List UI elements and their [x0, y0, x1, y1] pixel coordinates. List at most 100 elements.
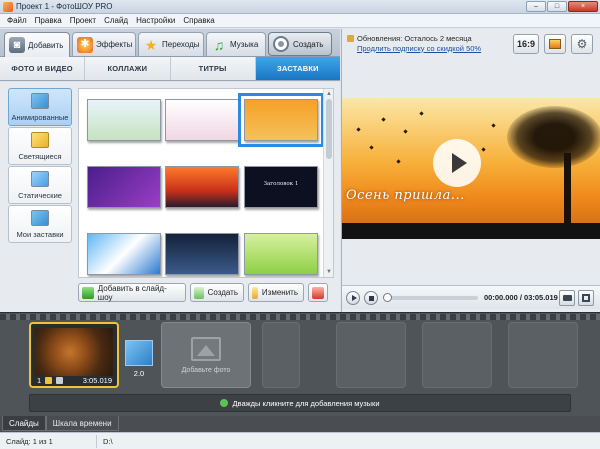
app-icon — [3, 1, 13, 12]
category-animated[interactable]: Анимированные — [8, 88, 72, 126]
category-label: Анимированные — [11, 113, 69, 122]
template-thumb[interactable] — [87, 233, 161, 275]
subscription-notice: Обновления: Осталось 2 месяца Продлить п… — [347, 33, 512, 53]
slide-footer: 1 3:05.019 — [31, 374, 117, 386]
tab-add[interactable]: ◙ Добавить — [4, 32, 70, 57]
menu-project[interactable]: Проект — [66, 16, 100, 25]
leaf — [369, 145, 374, 150]
template-thumb[interactable] — [87, 166, 161, 208]
grid-scrollbar[interactable]: ▲ ▼ — [323, 89, 333, 277]
edit-slide-icon[interactable] — [45, 376, 53, 384]
video-preview[interactable]: Осень пришла... — [342, 98, 600, 239]
category-my-intros[interactable]: Мои заставки — [8, 205, 72, 243]
play-overlay-button[interactable] — [433, 139, 481, 187]
subtab-titles[interactable]: ТИТРЫ — [171, 57, 256, 80]
leaf — [396, 159, 401, 164]
animated-icon — [31, 93, 49, 109]
player-controls: 00:00.000 / 03:05.019 — [342, 285, 600, 309]
tab-create-label: Создать — [293, 39, 324, 49]
window-controls: – □ × — [526, 1, 598, 12]
camera-icon: ◙ — [9, 37, 25, 53]
tab-music[interactable]: ♫ Музыка — [206, 32, 266, 56]
fullscreen-button[interactable] — [578, 290, 594, 306]
template-thumb-selected[interactable] — [238, 93, 324, 147]
sub-tabs: ФОТО И ВИДЕО КОЛЛАЖИ ТИТРЫ ЗАСТАВКИ — [0, 57, 340, 81]
category-label: Мои заставки — [16, 230, 64, 239]
category-static[interactable]: Статические — [8, 166, 72, 204]
renew-subscription-link[interactable]: Продлить подписку со скидкой 50% — [357, 44, 481, 53]
title-bar: Проект 1 - ФотоШОУ PRO – □ × — [0, 0, 600, 14]
tab-effects-label: Эффекты — [96, 40, 133, 49]
maximize-button[interactable]: □ — [547, 1, 567, 12]
time-display: 00:00.000 / 03:05.019 — [484, 293, 558, 302]
template-thumb[interactable] — [165, 166, 239, 208]
subtab-collages[interactable]: КОЛЛАЖИ — [85, 57, 171, 80]
transition-duration: 2.0 — [133, 369, 145, 378]
menu-edit[interactable]: Правка — [31, 16, 66, 25]
template-thumb[interactable] — [87, 99, 161, 141]
leaf — [481, 147, 486, 152]
sound-icon[interactable] — [56, 376, 64, 384]
scroll-up-icon[interactable]: ▲ — [325, 90, 333, 98]
scroll-down-icon[interactable]: ▼ — [325, 268, 333, 276]
background-button[interactable] — [544, 34, 566, 54]
tab-create[interactable]: Создать — [268, 32, 332, 56]
scroll-thumb[interactable] — [326, 99, 332, 159]
template-thumb[interactable] — [165, 99, 239, 141]
leaf — [491, 123, 496, 128]
stop-button[interactable] — [364, 290, 378, 305]
transition-thumb[interactable] — [125, 340, 153, 366]
snapshot-button[interactable] — [559, 290, 575, 306]
music-track[interactable]: Дважды кликните для добавления музыки — [29, 394, 571, 412]
leaf — [403, 129, 408, 134]
lock-icon — [347, 34, 354, 42]
empty-slot — [508, 322, 578, 388]
tab-effects[interactable]: ✱ Эффекты — [72, 32, 136, 56]
subtab-photo-video[interactable]: ФОТО И ВИДЕО — [0, 57, 86, 80]
create-button[interactable]: Создать — [190, 283, 244, 302]
edit-button[interactable]: Изменить — [248, 283, 304, 302]
new-document-icon — [194, 286, 204, 299]
menu-file[interactable]: Файл — [3, 16, 31, 25]
edit-label: Изменить — [261, 288, 298, 297]
subtab-intros[interactable]: ЗАСТАВКИ — [255, 57, 340, 80]
tab-slides[interactable]: Слайды — [2, 416, 46, 431]
music-hint: Дважды кликните для добавления музыки — [232, 398, 380, 408]
renew-row: Продлить подписку со скидкой 50% — [347, 43, 512, 53]
tab-timeline[interactable]: Шкала времени — [45, 416, 119, 431]
close-button[interactable]: × — [568, 1, 598, 12]
create-label: Создать — [207, 288, 238, 297]
menu-settings[interactable]: Настройки — [132, 16, 179, 25]
category-label: Светящиеся — [18, 152, 62, 161]
minimize-button[interactable]: – — [526, 1, 546, 12]
tree-trunk — [564, 153, 571, 228]
slide-filmstrip: 1 3:05.019 2.0 Добавьте фото Дважды клик… — [0, 312, 600, 416]
preview-title: Осень пришла... — [346, 188, 465, 203]
menu-help[interactable]: Справка — [179, 16, 218, 25]
template-thumb[interactable]: Заголовок 1 — [244, 166, 318, 208]
slide-duration: 3:05.019 — [82, 375, 112, 385]
tab-music-label: Музыка — [230, 40, 259, 49]
aspect-ratio-button[interactable]: 16:9 — [513, 34, 539, 54]
add-to-slideshow-button[interactable]: Добавить в слайд-шоу — [78, 283, 186, 302]
template-thumb[interactable] — [244, 233, 318, 275]
slide-card[interactable]: 1 3:05.019 — [29, 322, 119, 388]
update-text: Обновления: Осталось 2 месяца — [357, 33, 472, 43]
seek-knob[interactable] — [383, 292, 392, 302]
status-path: D:\ — [103, 436, 113, 446]
category-glowing[interactable]: Светящиеся — [8, 127, 72, 165]
tab-transitions[interactable]: ★ Переходы — [138, 32, 204, 56]
green-arrow-down-icon — [82, 286, 94, 299]
view-tabs: Слайды Шкала времени — [0, 416, 600, 432]
seek-slider[interactable] — [383, 292, 478, 302]
play-button[interactable] — [346, 290, 360, 305]
menu-slide[interactable]: Слайд — [100, 16, 132, 25]
film-reel-icon — [273, 36, 289, 52]
palette-icon: ✱ — [77, 36, 93, 53]
template-thumb[interactable] — [165, 233, 239, 275]
settings-button[interactable]: ⚙ — [571, 34, 593, 54]
add-photo-slot[interactable]: Добавьте фото — [161, 322, 251, 388]
library-actions: Добавить в слайд-шоу Создать Изменить — [78, 283, 336, 303]
delete-button[interactable] — [308, 283, 328, 302]
delete-icon — [312, 286, 324, 299]
